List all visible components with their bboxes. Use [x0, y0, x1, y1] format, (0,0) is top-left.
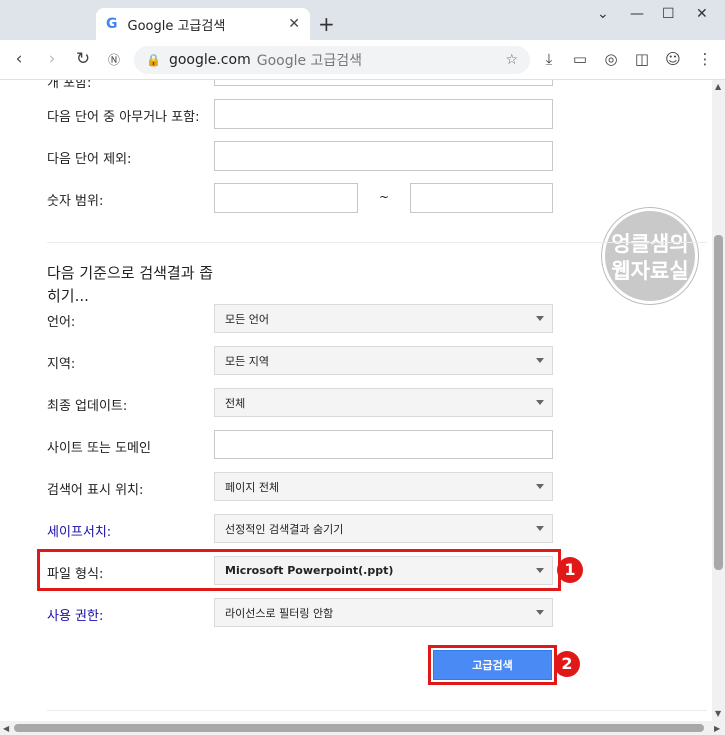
watermark-line2: 웹자료실 — [611, 259, 689, 283]
usage-rights-label[interactable]: 사용 권한: — [47, 605, 103, 624]
any-words-input[interactable] — [214, 99, 553, 129]
number-range-to-input[interactable] — [410, 183, 553, 213]
last-update-label: 최종 업데이트: — [47, 399, 128, 414]
chevron-down-icon — [536, 400, 544, 405]
region-select[interactable]: 모든 지역 — [214, 346, 553, 375]
last-update-select[interactable]: 전체 — [214, 388, 553, 417]
file-type-value: Microsoft Powerpoint(.ppt) — [225, 564, 394, 577]
exclude-words-label: 다음 단어 제외: — [47, 152, 132, 167]
terms-appearing-value: 페이지 전체 — [225, 480, 280, 494]
watermark-logo: 엉클샘의 웹자료실 — [602, 208, 698, 304]
any-words-label: 다음 단어 중 아무거나 포함: — [47, 110, 200, 125]
page-content: 개 포함: 다음 단어 중 아무거나 포함: 다음 단어 제외: 숫자 범위: … — [0, 80, 712, 721]
scroll-down-icon[interactable]: ▼ — [715, 709, 721, 718]
lock-icon: 🔒 — [146, 53, 161, 67]
bottom-divider — [47, 710, 707, 711]
number-range-label: 숫자 범위: — [47, 194, 104, 209]
usage-rights-value: 라이선스로 필터링 안함 — [225, 606, 334, 620]
chevron-down-icon — [536, 316, 544, 321]
horizontal-scrollbar[interactable]: ◀ ▶ — [0, 721, 725, 735]
safesearch-select[interactable]: 선정적인 검색결과 숨기기 — [214, 514, 553, 543]
safesearch-value: 선정적인 검색결과 숨기기 — [225, 522, 344, 536]
chevron-down-icon — [536, 484, 544, 489]
url-host: google.com — [168, 52, 251, 68]
tab-search-icon[interactable]: ⌄ — [597, 6, 609, 22]
screenshot-icon[interactable]: ◎ — [601, 50, 621, 68]
tab-title: Google 고급검색 — [127, 18, 226, 34]
browser-tab[interactable]: G Google 고급검색 ✕ — [96, 8, 310, 40]
language-value: 모든 언어 — [225, 312, 269, 326]
prev-field-input[interactable] — [214, 80, 553, 86]
chevron-down-icon — [536, 358, 544, 363]
safesearch-label[interactable]: 세이프서치: — [47, 521, 111, 540]
back-icon[interactable]: ‹ — [9, 49, 29, 69]
browser-toolbar: ‹ › ↻ Ⓝ 🔒 google.com Google 고급검색 ☆ ⤓ ▭ ◎… — [0, 40, 725, 80]
vertical-scroll-thumb[interactable] — [714, 235, 723, 570]
scroll-left-icon[interactable]: ◀ — [3, 724, 9, 733]
file-type-label: 파일 형식: — [47, 567, 104, 582]
watermark-line1: 엉클샘의 — [611, 232, 689, 256]
chevron-down-icon — [536, 610, 544, 615]
exclude-words-input[interactable] — [214, 141, 553, 171]
last-update-value: 전체 — [225, 396, 246, 410]
bookmark-star-icon[interactable]: ☆ — [505, 52, 518, 68]
horizontal-scroll-thumb[interactable] — [14, 724, 704, 732]
number-range-from-input[interactable] — [214, 183, 358, 213]
advanced-search-button[interactable]: 고급검색 — [433, 650, 552, 680]
language-label: 언어: — [47, 315, 76, 330]
narrow-section-title: 다음 기준으로 검색결과 좁히기... — [47, 264, 214, 305]
region-label: 지역: — [47, 357, 76, 372]
usage-rights-select[interactable]: 라이선스로 필터링 안함 — [214, 598, 553, 627]
cast-icon[interactable]: ▭ — [570, 50, 590, 68]
close-window-button[interactable]: ✕ — [696, 6, 708, 22]
forward-icon[interactable]: › — [42, 49, 62, 69]
url-page-title: Google 고급검색 — [256, 53, 363, 69]
site-domain-input[interactable] — [214, 430, 553, 459]
reload-icon[interactable]: ↻ — [73, 49, 93, 69]
address-bar[interactable]: 🔒 google.com Google 고급검색 ☆ — [134, 46, 530, 74]
language-select[interactable]: 모든 언어 — [214, 304, 553, 333]
file-type-select[interactable]: Microsoft Powerpoint(.ppt) — [214, 556, 553, 585]
vertical-scrollbar[interactable]: ▲ ▼ — [712, 80, 725, 721]
new-tab-button[interactable]: + — [318, 12, 335, 36]
terms-appearing-select[interactable]: 페이지 전체 — [214, 472, 553, 501]
maximize-button[interactable]: ☐ — [662, 6, 675, 22]
minimize-button[interactable]: — — [630, 6, 644, 22]
chevron-down-icon — [536, 526, 544, 531]
scroll-right-icon[interactable]: ▶ — [714, 724, 720, 733]
prev-field-label: 개 포함: — [47, 80, 92, 91]
chevron-down-icon — [536, 568, 544, 573]
scroll-up-icon[interactable]: ▲ — [715, 82, 721, 91]
download-icon[interactable]: ⤓ — [539, 50, 559, 68]
range-separator: ~ — [379, 190, 390, 204]
section-divider — [47, 242, 707, 243]
profile-icon[interactable]: ☺ — [663, 50, 683, 68]
region-value: 모든 지역 — [225, 354, 269, 368]
sidepanel-icon[interactable]: ◫ — [632, 50, 652, 68]
google-favicon-icon: G — [106, 16, 118, 32]
annotation-badge-2: 2 — [554, 651, 580, 677]
menu-icon[interactable]: ⋮ — [695, 50, 715, 68]
close-tab-icon[interactable]: ✕ — [288, 16, 300, 32]
extension-n-icon[interactable]: Ⓝ — [104, 51, 124, 68]
browser-titlebar: G Google 고급검색 ✕ + ⌄ — ☐ ✕ — [0, 0, 725, 40]
site-domain-label: 사이트 또는 도메인 — [47, 441, 151, 456]
annotation-badge-1: 1 — [557, 557, 583, 583]
terms-appearing-label: 검색어 표시 위치: — [47, 483, 144, 498]
